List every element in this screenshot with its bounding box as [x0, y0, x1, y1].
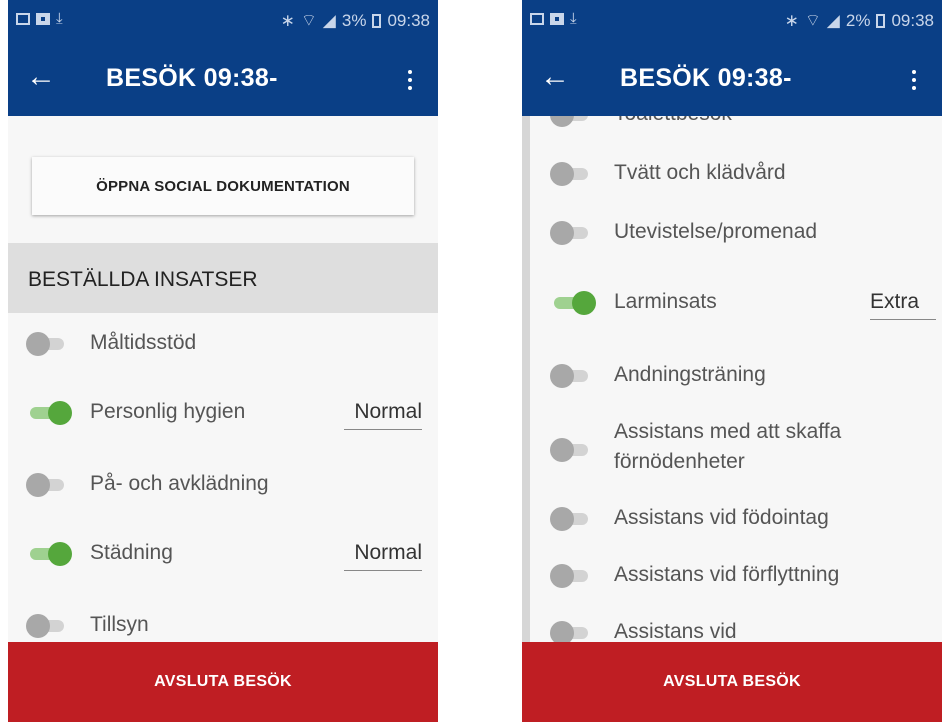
service-label: Utevistelse/promenad — [614, 220, 818, 243]
image-icon — [16, 13, 30, 25]
toggle-switch[interactable] — [550, 506, 590, 532]
app-bar: ← BESÖK 09:38- — [522, 42, 942, 116]
bluetooth-icon: ∗ — [784, 10, 799, 30]
list-item[interactable]: Assistans vid förflyttning — [522, 561, 942, 601]
level-select[interactable]: Extra — [870, 288, 936, 320]
service-label: Assistans med att skaffa förnödenheter — [614, 420, 842, 473]
service-label: Assistans vid födointag — [614, 506, 829, 529]
end-visit-button[interactable]: AVSLUTA BESÖK — [522, 642, 942, 722]
status-bar: ⤓ ∗ ⌔ ◢ 3% 09:38 — [8, 0, 438, 42]
clock: 09:38 — [891, 10, 934, 30]
service-label: Tillsyn — [90, 613, 149, 636]
toggle-switch[interactable] — [26, 331, 66, 357]
list-item[interactable]: Måltidsstöd — [8, 329, 438, 369]
overflow-menu-icon[interactable] — [912, 70, 916, 90]
service-label: Måltidsstöd — [90, 331, 197, 354]
section-header-ordered-services: BESTÄLLDA INSATSER — [8, 243, 438, 313]
toggle-switch[interactable] — [550, 290, 596, 316]
toggle-switch[interactable] — [550, 437, 590, 463]
pin-icon — [550, 13, 564, 25]
battery-icon — [372, 13, 382, 28]
level-select[interactable]: Normal — [344, 398, 422, 430]
toggle-switch[interactable] — [550, 161, 590, 187]
wifi-icon: ⌔ — [804, 11, 821, 30]
image-icon — [530, 13, 544, 25]
toggle-switch[interactable] — [26, 541, 72, 567]
back-arrow-icon[interactable]: ← — [26, 62, 56, 92]
service-label: Personlig hygien — [90, 400, 246, 423]
wifi-icon: ⌔ — [300, 11, 317, 30]
list-item[interactable]: Larminsats Extra — [522, 288, 942, 328]
page-title: BESÖK 09:38- — [106, 64, 278, 92]
list-item[interactable]: Utevistelse/promenad — [522, 218, 942, 258]
page-title: BESÖK 09:38- — [620, 64, 792, 92]
end-visit-button[interactable]: AVSLUTA BESÖK — [8, 642, 438, 722]
list-item[interactable]: Andningsträning — [522, 361, 942, 401]
download-icon: ⤓ — [570, 10, 577, 27]
list-item[interactable]: Assistans vid födointag — [522, 504, 942, 544]
level-select[interactable]: Normal — [344, 539, 422, 571]
toggle-switch[interactable] — [26, 472, 66, 498]
service-label: Assistans vid förflyttning — [614, 563, 840, 586]
open-social-documentation-button[interactable]: ÖPPNA SOCIAL DOKUMENTATION — [32, 157, 414, 215]
battery-percent: 2% — [845, 10, 871, 30]
toggle-switch[interactable] — [550, 220, 590, 246]
toggle-switch[interactable] — [550, 563, 590, 589]
list-item[interactable]: Personlig hygien Normal — [8, 398, 438, 438]
overflow-menu-icon[interactable] — [408, 70, 412, 90]
pin-icon — [36, 13, 50, 25]
list-item[interactable]: Städning Normal — [8, 539, 438, 579]
battery-percent: 3% — [341, 10, 367, 30]
signal-icon: ◢ — [322, 10, 336, 30]
download-icon: ⤓ — [56, 10, 63, 27]
phone-screen-left: ⤓ ∗ ⌔ ◢ 3% 09:38 ← BESÖK 09:38- ÖPPNA SO… — [8, 0, 438, 722]
service-label: Andningsträning — [614, 363, 766, 386]
back-arrow-icon[interactable]: ← — [540, 62, 570, 92]
toggle-switch[interactable] — [26, 400, 72, 426]
service-label: På- och avklädning — [90, 472, 269, 495]
toggle-switch[interactable] — [26, 613, 66, 639]
list-item[interactable]: Assistans med att skaffa förnödenheter — [522, 420, 942, 486]
toggle-switch[interactable] — [550, 363, 590, 389]
app-bar: ← BESÖK 09:38- — [8, 42, 438, 116]
service-label: Städning — [90, 541, 173, 564]
service-label: Tvätt och klädvård — [614, 161, 786, 184]
phone-screen-right: ⤓ ∗ ⌔ ◢ 2% 09:38 ← BESÖK 09:38- Toalettb… — [522, 0, 942, 722]
clock: 09:38 — [387, 10, 430, 30]
status-bar: ⤓ ∗ ⌔ ◢ 2% 09:38 — [522, 0, 942, 42]
bluetooth-icon: ∗ — [280, 10, 295, 30]
list-item[interactable]: På- och avklädning — [8, 470, 438, 510]
battery-icon — [876, 13, 886, 28]
list-item[interactable]: Tvätt och klädvård — [522, 159, 942, 199]
service-label: Larminsats — [614, 290, 717, 313]
signal-icon: ◢ — [826, 10, 840, 30]
